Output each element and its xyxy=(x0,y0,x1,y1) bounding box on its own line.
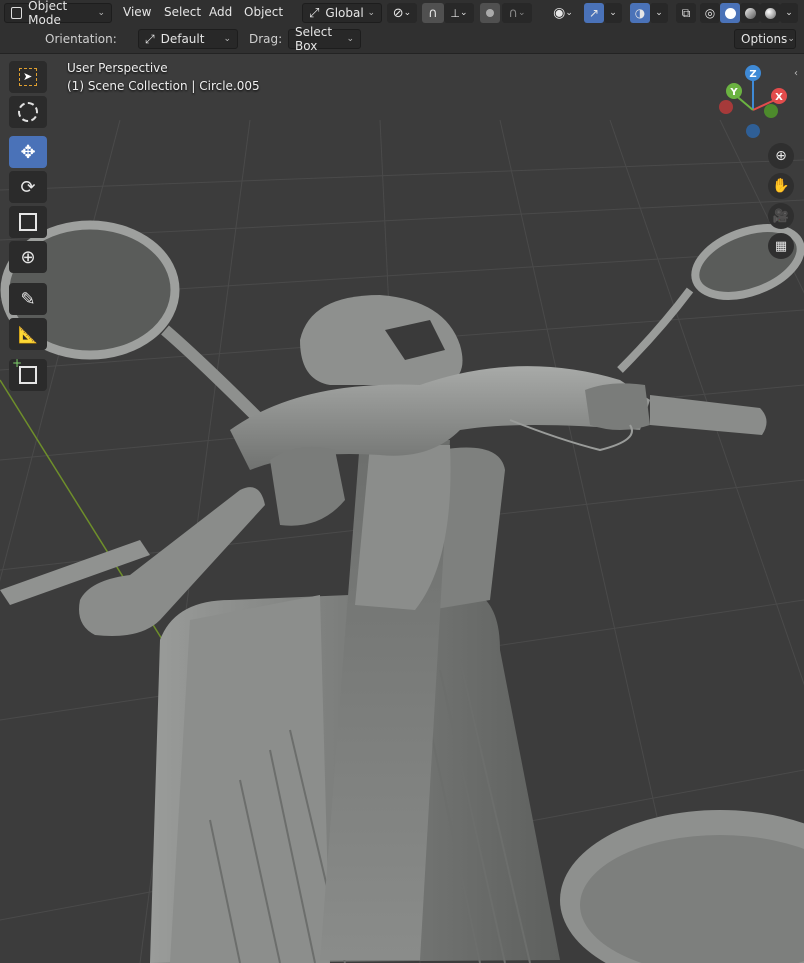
snap-target-button[interactable]: ⊥ ⌄ xyxy=(444,3,474,23)
gizmo-x-label: X xyxy=(775,92,783,103)
gizmo-neg-z-axis[interactable] xyxy=(746,124,760,138)
hand-icon: ✋ xyxy=(772,178,790,194)
orientation-axes-icon: ⤢ xyxy=(309,5,320,21)
menu-view[interactable]: View xyxy=(123,5,151,19)
eye-icon: ◉ xyxy=(553,5,566,21)
options-dropdown[interactable]: Options ⌄ xyxy=(734,29,796,49)
solid-shading-button[interactable] xyxy=(720,3,740,23)
gizmo-toggle[interactable]: ↗ xyxy=(584,3,604,23)
proportional-edit-toggle[interactable] xyxy=(480,3,500,23)
rotate-tool[interactable]: ⟳ xyxy=(9,171,47,203)
chevron-down-icon: ⌄ xyxy=(785,8,793,18)
annotate-tool[interactable]: ✎ xyxy=(9,283,47,315)
zoom-icon: ⊕ xyxy=(775,148,787,164)
gizmo-arrow-icon: ↗ xyxy=(588,6,600,20)
menu-object[interactable]: Object xyxy=(244,5,283,19)
falloff-button[interactable]: ∩ ⌄ xyxy=(502,3,532,23)
mode-label: Object Mode xyxy=(28,0,68,27)
right-switch-block xyxy=(585,383,650,430)
chevron-down-icon: ⌄ xyxy=(367,8,375,18)
orientation-value: Default xyxy=(160,32,205,46)
annotate-icon: ✎ xyxy=(20,288,36,310)
rendered-shading-button[interactable] xyxy=(760,3,780,23)
transform-orientation-dropdown[interactable]: ⤢ Global ⌄ xyxy=(302,3,382,23)
orientation-label: Orientation: xyxy=(45,32,117,46)
gizmo-y-label: Y xyxy=(729,87,738,98)
add-cube-icon: + xyxy=(12,356,37,384)
3d-viewport[interactable]: User Perspective (1) Scene Collection | … xyxy=(0,54,804,963)
zoom-button[interactable]: ⊕ xyxy=(768,143,794,169)
falloff-curve-icon: ∩ xyxy=(508,5,518,21)
mode-dropdown[interactable]: Object Mode ⌄ xyxy=(4,0,112,27)
gizmo-neg-x-axis[interactable] xyxy=(719,100,733,114)
drag-label: Drag: xyxy=(249,32,283,46)
snap-increment-icon: ⊥ xyxy=(450,6,461,20)
camera-icon: 🎥 xyxy=(772,208,790,224)
menu-add[interactable]: Add xyxy=(209,5,232,19)
measure-icon: 📐 xyxy=(18,324,38,344)
material-sphere-icon xyxy=(744,7,756,19)
add-cube-tool[interactable]: + xyxy=(9,356,47,391)
chevron-down-icon: ⌄ xyxy=(97,8,105,18)
select-box-icon: ➤ xyxy=(19,68,37,86)
grid-icon: ▦ xyxy=(774,238,788,254)
visibility-button[interactable]: ◉ ⌄ xyxy=(548,3,578,23)
cursor-tool[interactable] xyxy=(9,96,47,128)
menu-select[interactable]: Select xyxy=(164,5,201,19)
magnet-icon: ∩ xyxy=(428,5,438,21)
blender-window: Object Mode ⌄ View Select Add Object ⤢ G… xyxy=(0,0,804,963)
chevron-down-icon: ⌄ xyxy=(346,34,354,44)
chevron-down-icon: ⌄ xyxy=(223,34,231,44)
orientation-icon: ⤢ xyxy=(145,31,155,46)
xray-icon: ⧉ xyxy=(681,5,691,20)
solid-sphere-icon xyxy=(724,7,736,19)
gizmo-z-label: Z xyxy=(749,69,756,80)
select-box-tool[interactable]: ➤ xyxy=(9,61,47,93)
transform-icon: ⊕ xyxy=(20,246,36,268)
pan-button[interactable]: ✋ xyxy=(768,173,794,199)
camera-view-button[interactable]: 🎥 xyxy=(768,203,794,229)
perspective-toggle-button[interactable]: ▦ xyxy=(768,233,794,259)
pivot-icon: ⊘ xyxy=(392,5,404,21)
gizmo-dropdown[interactable]: ⌄ xyxy=(604,3,622,23)
overlays-icon: ◑ xyxy=(634,6,646,20)
scale-tool[interactable] xyxy=(9,206,47,238)
chevron-down-icon: ⌄ xyxy=(609,8,617,18)
object-mode-icon xyxy=(11,7,23,19)
navigation-gizmo[interactable]: Z X Y xyxy=(712,64,792,154)
chevron-down-icon: ⌄ xyxy=(655,8,663,18)
gizmo-neg-y-axis[interactable] xyxy=(764,104,778,118)
sidebar-toggle-icon[interactable]: ‹ xyxy=(794,68,798,79)
measure-tool[interactable]: 📐 xyxy=(9,318,47,350)
tool-settings-bar: Orientation: ⤢ Default ⌄ Drag: Select Bo… xyxy=(0,25,804,54)
move-tool[interactable]: ✥ xyxy=(9,136,47,168)
shading-dropdown[interactable]: ⌄ xyxy=(780,3,798,23)
perspective-label: User Perspective xyxy=(67,61,168,75)
drag-value: Select Box xyxy=(295,25,333,53)
viewport-header: Object Mode ⌄ View Select Add Object ⤢ G… xyxy=(0,0,804,27)
xray-toggle[interactable]: ⧉ xyxy=(676,3,696,23)
chevron-down-icon: ⌄ xyxy=(787,34,795,44)
orientation-dropdown[interactable]: ⤢ Default ⌄ xyxy=(138,29,238,49)
drag-dropdown[interactable]: Select Box ⌄ xyxy=(288,25,361,53)
pivot-point-button[interactable]: ⊘ ⌄ xyxy=(387,3,417,23)
wireframe-shading-button[interactable]: ◎ xyxy=(700,3,720,23)
move-icon: ✥ xyxy=(20,141,36,163)
material-shading-button[interactable] xyxy=(740,3,760,23)
collection-label: (1) Scene Collection | Circle.005 xyxy=(67,79,260,93)
rotate-icon: ⟳ xyxy=(20,176,36,198)
overlays-toggle[interactable]: ◑ xyxy=(630,3,650,23)
viewport-scene xyxy=(0,54,804,963)
rendered-sphere-icon xyxy=(764,7,776,19)
overlays-dropdown[interactable]: ⌄ xyxy=(650,3,668,23)
options-label: Options xyxy=(741,32,788,46)
proportional-edit-icon xyxy=(486,9,494,17)
transform-orientation-label: Global xyxy=(325,6,364,20)
scale-icon xyxy=(19,213,37,231)
transform-tool[interactable]: ⊕ xyxy=(9,241,47,273)
snap-toggle[interactable]: ∩ xyxy=(422,3,444,23)
wireframe-sphere-icon: ◎ xyxy=(704,6,716,20)
cursor-icon xyxy=(18,102,38,122)
